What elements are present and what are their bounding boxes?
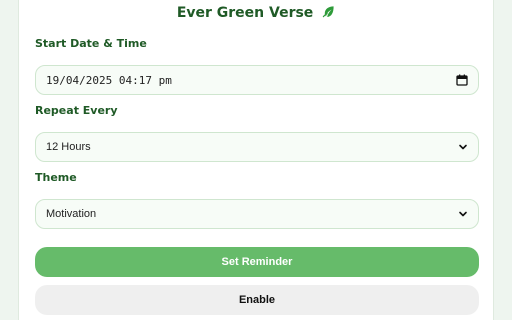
theme-select[interactable]: Motivation [35, 199, 479, 229]
chevron-down-icon [458, 142, 468, 152]
calendar-icon[interactable] [456, 74, 468, 86]
app-title-row: Ever Green Verse [19, 4, 493, 22]
start-datetime-value: 19/04/2025 04:17 pm [46, 73, 172, 87]
theme-value: Motivation [46, 208, 97, 220]
enable-button[interactable]: Enable [35, 285, 479, 315]
leaf-icon [322, 5, 335, 18]
repeat-every-select[interactable]: 12 Hours [35, 132, 479, 162]
start-datetime-input[interactable]: 19/04/2025 04:17 pm [35, 65, 479, 95]
start-datetime-label: Start Date & Time [35, 37, 147, 50]
theme-label: Theme [35, 171, 77, 184]
app-title: Ever Green Verse [176, 5, 314, 21]
set-reminder-button[interactable]: Set Reminder [35, 247, 479, 277]
repeat-every-label: Repeat Every [35, 104, 118, 117]
reminder-card: Ever Green Verse Start Date & Time 19/04… [18, 0, 494, 320]
chevron-down-icon [458, 209, 468, 219]
repeat-every-value: 12 Hours [46, 141, 91, 153]
